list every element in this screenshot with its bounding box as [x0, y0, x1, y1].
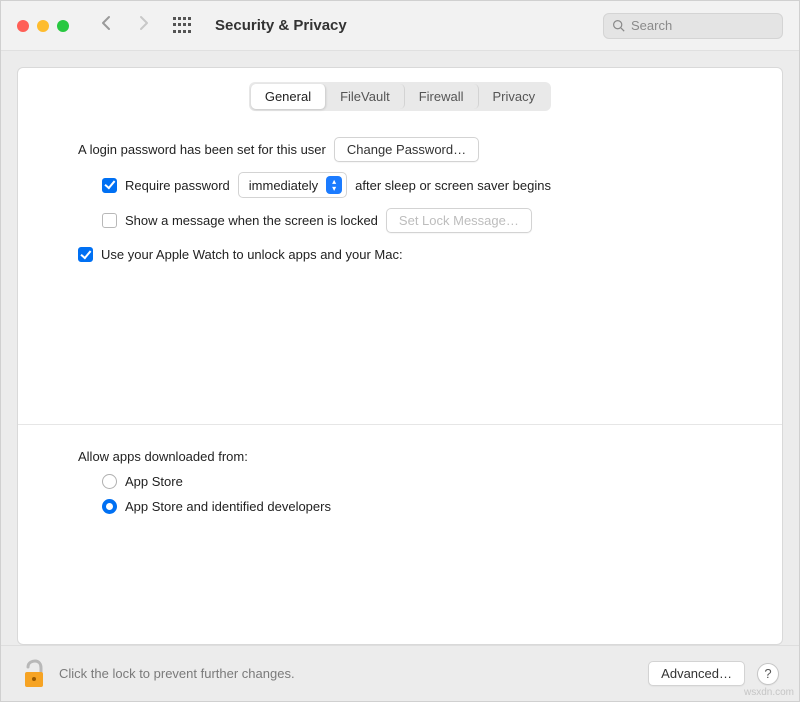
tab-bar: General FileVault Firewall Privacy: [18, 68, 782, 119]
radio-identified-developers-label: App Store and identified developers: [125, 499, 331, 514]
tab-filevault[interactable]: FileVault: [326, 84, 405, 109]
nav-arrows: [97, 11, 153, 40]
tab-general[interactable]: General: [251, 84, 326, 109]
forward-button[interactable]: [135, 11, 153, 40]
back-button[interactable]: [97, 11, 115, 40]
close-window-button[interactable]: [17, 20, 29, 32]
login-password-text: A login password has been set for this u…: [78, 142, 326, 157]
radio-app-store-label: App Store: [125, 474, 183, 489]
footer: Click the lock to prevent further change…: [1, 645, 799, 701]
help-button[interactable]: ?: [757, 663, 779, 685]
preferences-panel: General FileVault Firewall Privacy A log…: [17, 67, 783, 645]
apple-watch-label: Use your Apple Watch to unlock apps and …: [101, 247, 403, 262]
require-password-checkbox[interactable]: [102, 178, 117, 193]
downloads-section: Allow apps downloaded from: App Store Ap…: [18, 424, 782, 644]
show-message-label: Show a message when the screen is locked: [125, 213, 378, 228]
search-input[interactable]: Search: [603, 13, 783, 39]
preferences-window: Security & Privacy Search General FileVa…: [0, 0, 800, 702]
search-placeholder: Search: [631, 18, 672, 33]
tab-privacy[interactable]: Privacy: [479, 84, 550, 109]
minimize-window-button[interactable]: [37, 20, 49, 32]
content-area: General FileVault Firewall Privacy A log…: [1, 51, 799, 645]
tab-firewall[interactable]: Firewall: [405, 84, 479, 109]
stepper-icon: ▴▾: [326, 176, 342, 194]
watermark: wsxdn.com: [744, 687, 794, 698]
login-section: A login password has been set for this u…: [18, 119, 782, 300]
require-password-delay-select[interactable]: immediately ▴▾: [238, 172, 347, 198]
search-icon: [612, 19, 625, 32]
titlebar: Security & Privacy Search: [1, 1, 799, 51]
window-title: Security & Privacy: [215, 17, 347, 34]
require-password-label: Require password: [125, 178, 230, 193]
lock-hint-text: Click the lock to prevent further change…: [59, 666, 636, 681]
change-password-button[interactable]: Change Password…: [334, 137, 479, 162]
lock-icon[interactable]: [21, 659, 47, 689]
require-password-suffix: after sleep or screen saver begins: [355, 178, 551, 193]
show-message-checkbox[interactable]: [102, 213, 117, 228]
set-lock-message-button[interactable]: Set Lock Message…: [386, 208, 532, 233]
segmented-control: General FileVault Firewall Privacy: [249, 82, 551, 111]
show-all-icon[interactable]: [173, 17, 191, 35]
radio-identified-developers[interactable]: [102, 499, 117, 514]
zoom-window-button[interactable]: [57, 20, 69, 32]
window-controls: [17, 20, 69, 32]
require-password-value: immediately: [249, 178, 318, 193]
apple-watch-checkbox[interactable]: [78, 247, 93, 262]
radio-app-store[interactable]: [102, 474, 117, 489]
downloads-heading: Allow apps downloaded from:: [78, 449, 248, 464]
advanced-button[interactable]: Advanced…: [648, 661, 745, 686]
